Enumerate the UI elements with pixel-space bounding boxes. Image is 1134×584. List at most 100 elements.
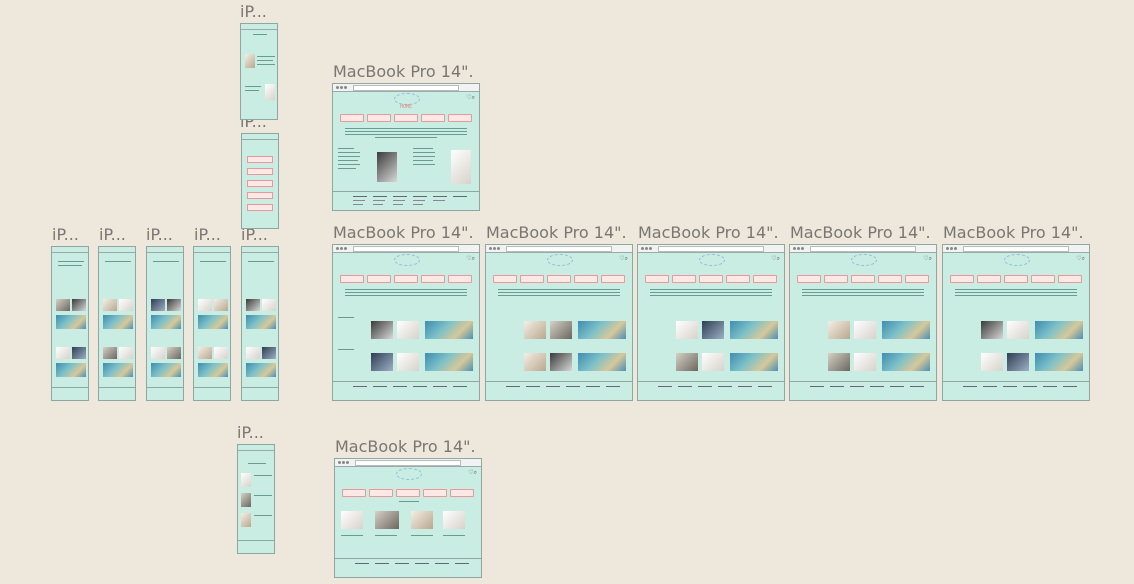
nav-bar bbox=[949, 275, 1083, 283]
text-line bbox=[153, 261, 179, 262]
phone-frame-label-row-4[interactable]: iP... bbox=[194, 226, 224, 244]
nav-button[interactable] bbox=[393, 114, 418, 122]
image-placeholder bbox=[676, 321, 698, 339]
text-line bbox=[338, 349, 354, 350]
mac-frame-row-1[interactable]: ♡⌕ bbox=[332, 244, 480, 401]
phone-frame-label-row-3[interactable]: iP... bbox=[146, 226, 176, 244]
browser-bar bbox=[335, 459, 481, 467]
map-image bbox=[246, 315, 276, 329]
map-image bbox=[425, 321, 473, 339]
browser-bar bbox=[638, 245, 784, 253]
logo-icon bbox=[547, 254, 573, 266]
image-placeholder bbox=[854, 353, 876, 371]
text-line bbox=[58, 265, 82, 266]
map-image bbox=[1035, 353, 1083, 371]
phone-frame-row-1[interactable] bbox=[51, 246, 89, 401]
menu-button[interactable] bbox=[247, 156, 273, 163]
phone-footer bbox=[147, 387, 183, 400]
browser-bar bbox=[486, 245, 632, 253]
text-line bbox=[105, 261, 131, 262]
mac-frame-row-2[interactable]: ♡⌕ bbox=[485, 244, 633, 401]
mac-frame-label-home[interactable]: MacBook Pro 14"... bbox=[333, 63, 473, 81]
image-placeholder bbox=[246, 347, 260, 359]
phone-frame-label-row-1[interactable]: iP... bbox=[52, 226, 82, 244]
map-image bbox=[425, 353, 473, 371]
image-placeholder bbox=[262, 347, 276, 359]
image-placeholder bbox=[265, 84, 275, 100]
mac-frame-home[interactable]: ♡⌕ HOME bbox=[332, 83, 480, 211]
image-placeholder bbox=[524, 353, 546, 371]
mac-frame-bottom[interactable]: ♡⌕ bbox=[334, 458, 482, 578]
footer bbox=[790, 381, 936, 400]
image-placeholder bbox=[198, 347, 212, 359]
mac-frame-label-row-5[interactable]: MacBook Pro 14"... bbox=[943, 224, 1083, 242]
image-placeholder bbox=[828, 353, 850, 371]
image-placeholder bbox=[151, 299, 165, 311]
phone-frame-menu[interactable] bbox=[241, 133, 279, 229]
text-line bbox=[338, 156, 360, 157]
image-placeholder bbox=[981, 321, 1003, 339]
footer bbox=[486, 381, 632, 400]
text-line bbox=[411, 535, 433, 536]
phone-status-bar bbox=[242, 247, 278, 253]
phone-status-bar bbox=[147, 247, 183, 253]
map-image bbox=[1035, 321, 1083, 339]
menu-button[interactable] bbox=[247, 168, 273, 175]
text-line bbox=[248, 463, 266, 464]
map-image bbox=[198, 315, 228, 329]
image-placeholder bbox=[72, 347, 86, 359]
menu-button[interactable] bbox=[247, 192, 273, 199]
menu-button[interactable] bbox=[247, 180, 273, 187]
image-placeholder bbox=[56, 299, 70, 311]
mac-frame-row-5[interactable]: ♡⌕ bbox=[942, 244, 1090, 401]
map-image bbox=[56, 363, 86, 377]
map-image bbox=[730, 321, 778, 339]
intro-text bbox=[345, 289, 467, 298]
phone-frame-row-3[interactable] bbox=[146, 246, 184, 401]
mac-frame-label-row-4[interactable]: MacBook Pro 14"... bbox=[790, 224, 930, 242]
image-placeholder bbox=[371, 321, 393, 339]
mac-frame-label-row-2[interactable]: MacBook Pro 14"... bbox=[486, 224, 626, 242]
phone-status-bar bbox=[241, 24, 277, 30]
heart-search-icons: ♡⌕ bbox=[923, 256, 932, 262]
image-placeholder bbox=[241, 513, 251, 527]
mac-frame-label-row-3[interactable]: MacBook Pro 14"... bbox=[638, 224, 778, 242]
phone-frame-label-bottom[interactable]: iP... bbox=[237, 424, 267, 442]
phone-frame-top[interactable] bbox=[240, 23, 278, 120]
browser-bar bbox=[943, 245, 1089, 253]
map-image bbox=[198, 363, 228, 377]
nav-bar bbox=[492, 275, 626, 283]
mac-frame-label-bottom[interactable]: MacBook Pro 14"... bbox=[335, 438, 475, 456]
intro-text bbox=[650, 289, 772, 298]
phone-frame-row-4[interactable] bbox=[193, 246, 231, 401]
text-line bbox=[338, 168, 356, 169]
browser-bar bbox=[333, 84, 479, 92]
mac-frame-row-3[interactable]: ♡⌕ bbox=[637, 244, 785, 401]
mac-frame-row-4[interactable]: ♡⌕ bbox=[789, 244, 937, 401]
phone-frame-label-row-2[interactable]: iP... bbox=[99, 226, 129, 244]
image-placeholder bbox=[167, 299, 181, 311]
heart-search-icons: ♡⌕ bbox=[466, 256, 475, 262]
browser-dot-icon bbox=[336, 86, 339, 89]
text-line bbox=[338, 148, 354, 149]
browser-dot-icon bbox=[344, 86, 347, 89]
phone-footer bbox=[238, 540, 274, 553]
map-image bbox=[882, 353, 930, 371]
phone-frame-label-top[interactable]: iP... bbox=[240, 3, 270, 21]
nav-button[interactable] bbox=[367, 114, 392, 122]
nav-button[interactable] bbox=[420, 114, 445, 122]
nav-button[interactable] bbox=[447, 114, 472, 122]
heart-search-icons: ♡⌕ bbox=[619, 256, 628, 262]
design-canvas[interactable]: iP... iP... iP... iP... iP... iP... iP..… bbox=[0, 0, 1134, 584]
footer bbox=[333, 191, 479, 210]
phone-status-bar bbox=[52, 247, 88, 253]
browser-dot-icon bbox=[340, 86, 343, 89]
phone-frame-row-2[interactable] bbox=[98, 246, 136, 401]
phone-frame-row-5[interactable] bbox=[241, 246, 279, 401]
phone-frame-bottom[interactable] bbox=[237, 444, 275, 554]
mac-frame-label-row-1[interactable]: MacBook Pro 14"... bbox=[333, 224, 473, 242]
nav-button[interactable] bbox=[340, 114, 365, 122]
image-placeholder bbox=[119, 347, 133, 359]
image-placeholder bbox=[151, 347, 165, 359]
menu-button[interactable] bbox=[247, 204, 273, 211]
